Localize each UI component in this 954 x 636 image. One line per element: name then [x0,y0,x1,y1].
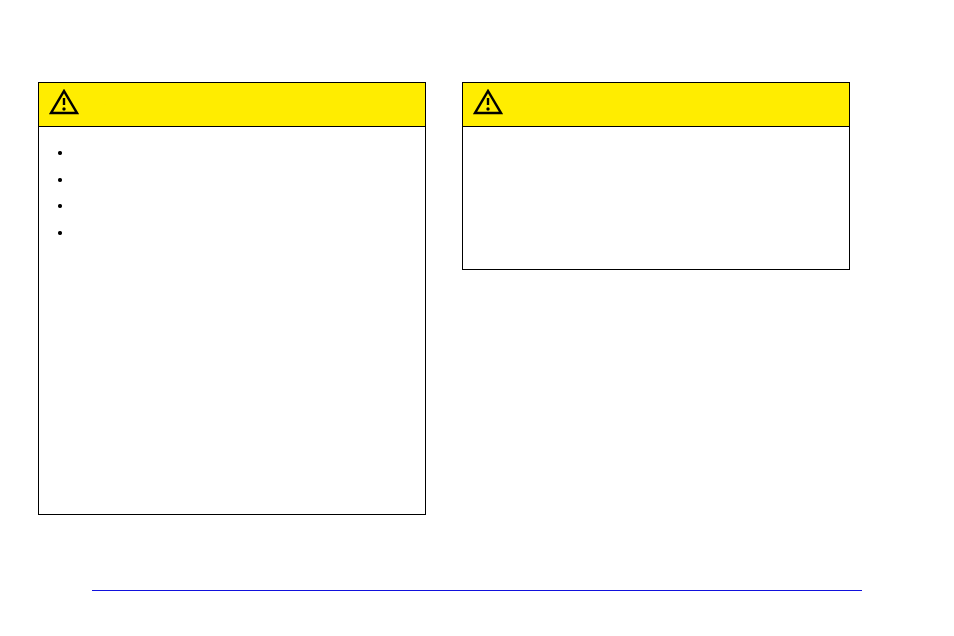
caution-title-right: CAUTION: [513,96,586,113]
warning-icon [473,89,503,120]
caution-body-right [463,127,849,147]
list-item [73,196,413,215]
footer-rule [92,590,862,591]
caution-title-left: CAUTION: [89,96,162,113]
list-item [73,223,413,242]
warning-icon [49,89,79,120]
caution-header-left: CAUTION: [39,83,425,127]
caution-box-right: CAUTION: [462,82,850,270]
list-item [73,170,413,189]
caution-box-left: CAUTION: [38,82,426,515]
list-item [73,143,413,162]
caution-header-right: CAUTION: [463,83,849,127]
caution-body-left [39,127,425,259]
